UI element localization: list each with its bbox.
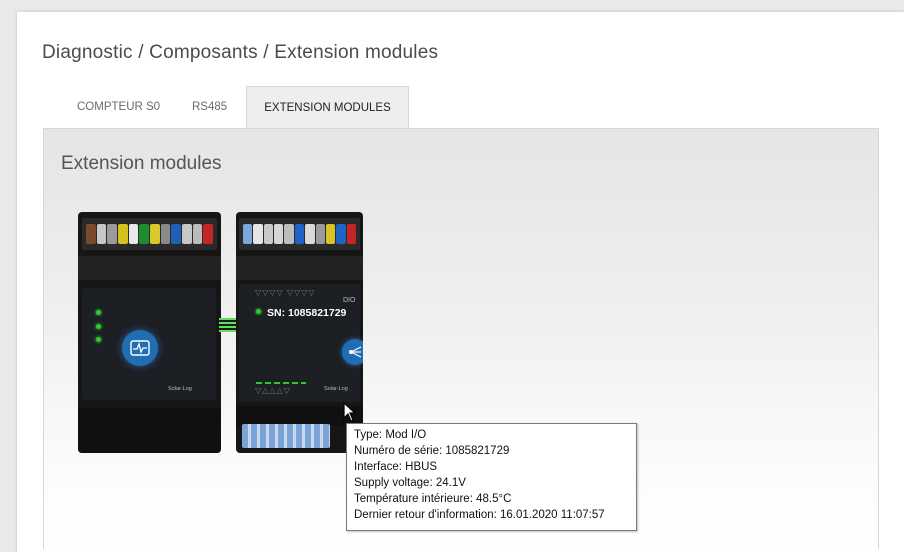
module-ridge	[78, 256, 221, 280]
module-info-tooltip: Type: Mod I/O Numéro de série: 108582172…	[346, 423, 637, 531]
status-led-1	[96, 310, 101, 315]
tooltip-voltage: Supply voltage: 24.1V	[354, 477, 466, 489]
brand-logo: Solar-Log	[168, 386, 192, 392]
io-triangles-bottom: ▽△△△▽	[255, 386, 291, 395]
tab-extension-modules[interactable]: EXTENSION MODULES	[246, 86, 409, 130]
tooltip-interface: Interface: HBUS	[354, 461, 438, 473]
brand-logo: Solar-Log	[324, 386, 348, 392]
tab-rs485[interactable]: RS485	[192, 86, 227, 128]
front-panel	[239, 284, 360, 402]
tooltip-temperature: Température intérieure: 48.5°C	[354, 493, 512, 505]
status-led	[256, 309, 261, 314]
tooltip-serial: Numéro de série: 1085821729	[354, 445, 510, 457]
status-led-3	[96, 337, 101, 342]
mouse-cursor-icon	[343, 401, 357, 422]
panel-title: Extension modules	[61, 153, 222, 174]
module-base	[78, 408, 221, 453]
io-triangles-top: ▽▽▽▽ ▽▽▽▽	[255, 288, 316, 297]
module-ridge	[236, 256, 363, 280]
terminal-colors-top	[84, 224, 215, 244]
terminal-block-bottom	[242, 424, 330, 448]
tab-bar: COMPTEUR S0 RS485 EXTENSION MODULES	[45, 86, 875, 130]
hbus-connector	[219, 318, 236, 332]
terminal-colors-top	[241, 224, 358, 244]
serial-number-label: SN: 1085821729	[267, 307, 347, 319]
network-icon	[342, 339, 363, 365]
tooltip-last-feedback: Dernier retour d'information: 16.01.2020…	[354, 509, 605, 521]
io-leds-bottom	[256, 382, 306, 384]
breadcrumb: Diagnostic / Composants / Extension modu…	[42, 42, 439, 63]
solar-log-base-module[interactable]: Solar-Log	[78, 212, 221, 453]
tab-compteur-s0[interactable]: COMPTEUR S0	[77, 86, 160, 128]
dio-label: DIO	[343, 297, 356, 304]
monitor-icon	[122, 330, 158, 366]
status-led-2	[96, 324, 101, 329]
tooltip-type: Type: Mod I/O	[354, 429, 427, 441]
